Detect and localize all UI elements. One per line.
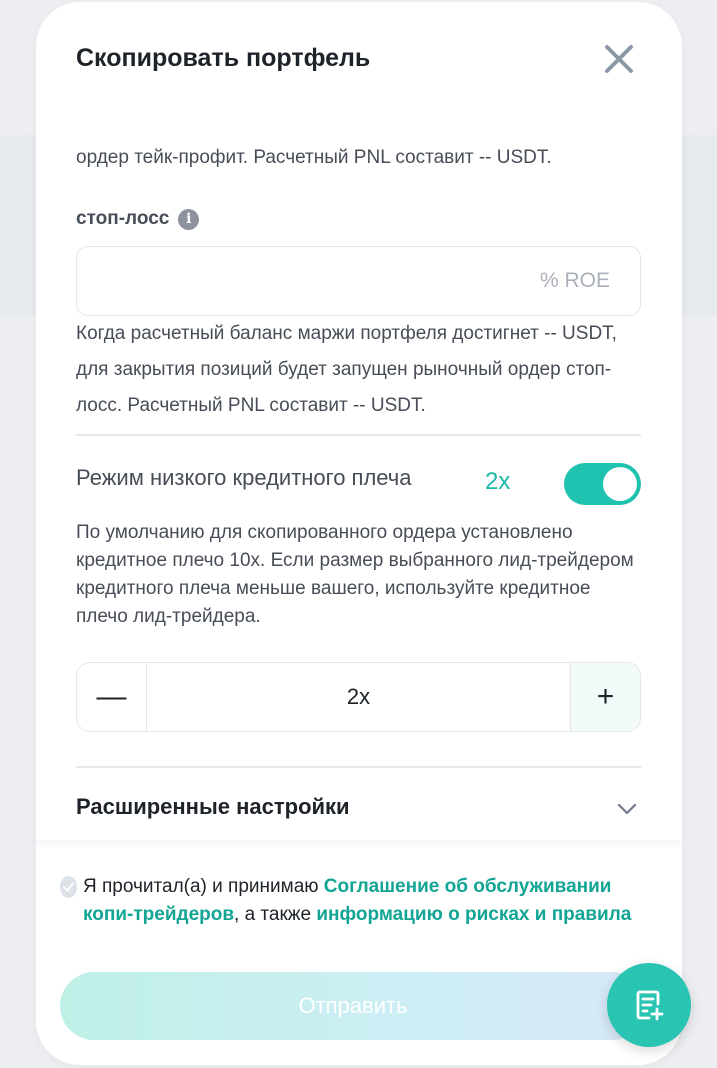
order-list-fab[interactable] — [607, 963, 691, 1047]
low-leverage-label: Режим низкого кредитного плеча — [76, 465, 412, 490]
leverage-note: По умолчанию для скопированного ордера у… — [76, 522, 634, 627]
divider — [76, 766, 641, 768]
close-button[interactable] — [602, 42, 636, 76]
order-list-add-icon — [636, 990, 664, 1021]
increase-button[interactable]: + — [570, 663, 640, 731]
stop-loss-field[interactable] — [76, 246, 641, 316]
chevron-down-icon[interactable] — [614, 798, 640, 820]
agreement-text-part: Я прочитал(а) и принимаю — [83, 876, 324, 897]
leverage-stepper-value[interactable]: 2x — [147, 663, 570, 731]
advanced-settings-toggle[interactable]: Расширенные настройки — [76, 794, 350, 820]
stop-loss-label: стоп-лосс i — [76, 208, 200, 230]
leverage-stepper: — 2x + — [76, 662, 641, 732]
risk-info-link[interactable]: информацию о рисках и правила — [316, 904, 631, 925]
info-icon[interactable]: i — [178, 208, 200, 230]
agreement-text: Я прочитал(а) и принимаю Соглашение об о… — [83, 873, 663, 929]
toggle-knob — [603, 467, 637, 501]
modal-title: Скопировать портфель — [76, 44, 371, 72]
divider — [76, 434, 641, 436]
low-leverage-toggle[interactable] — [564, 463, 641, 505]
agreement-text-part: , а также — [234, 904, 317, 925]
submit-button[interactable]: Отправить — [60, 972, 646, 1040]
take-profit-note: ордер тейк-профит. Расчетный PNL состави… — [76, 147, 552, 168]
decrease-button[interactable]: — — [77, 663, 147, 731]
stop-loss-label-text: стоп-лосс — [76, 208, 170, 229]
agreement-checkbox[interactable] — [60, 876, 77, 898]
copy-portfolio-modal: Скопировать портфель ордер тейк-профит. … — [36, 2, 682, 1065]
check-icon — [63, 882, 74, 892]
stop-loss-input[interactable] — [77, 247, 640, 315]
low-leverage-value: 2x — [485, 468, 511, 495]
close-icon — [605, 45, 633, 73]
stop-loss-note: Когда расчетный баланс маржи портфеля до… — [76, 323, 617, 416]
